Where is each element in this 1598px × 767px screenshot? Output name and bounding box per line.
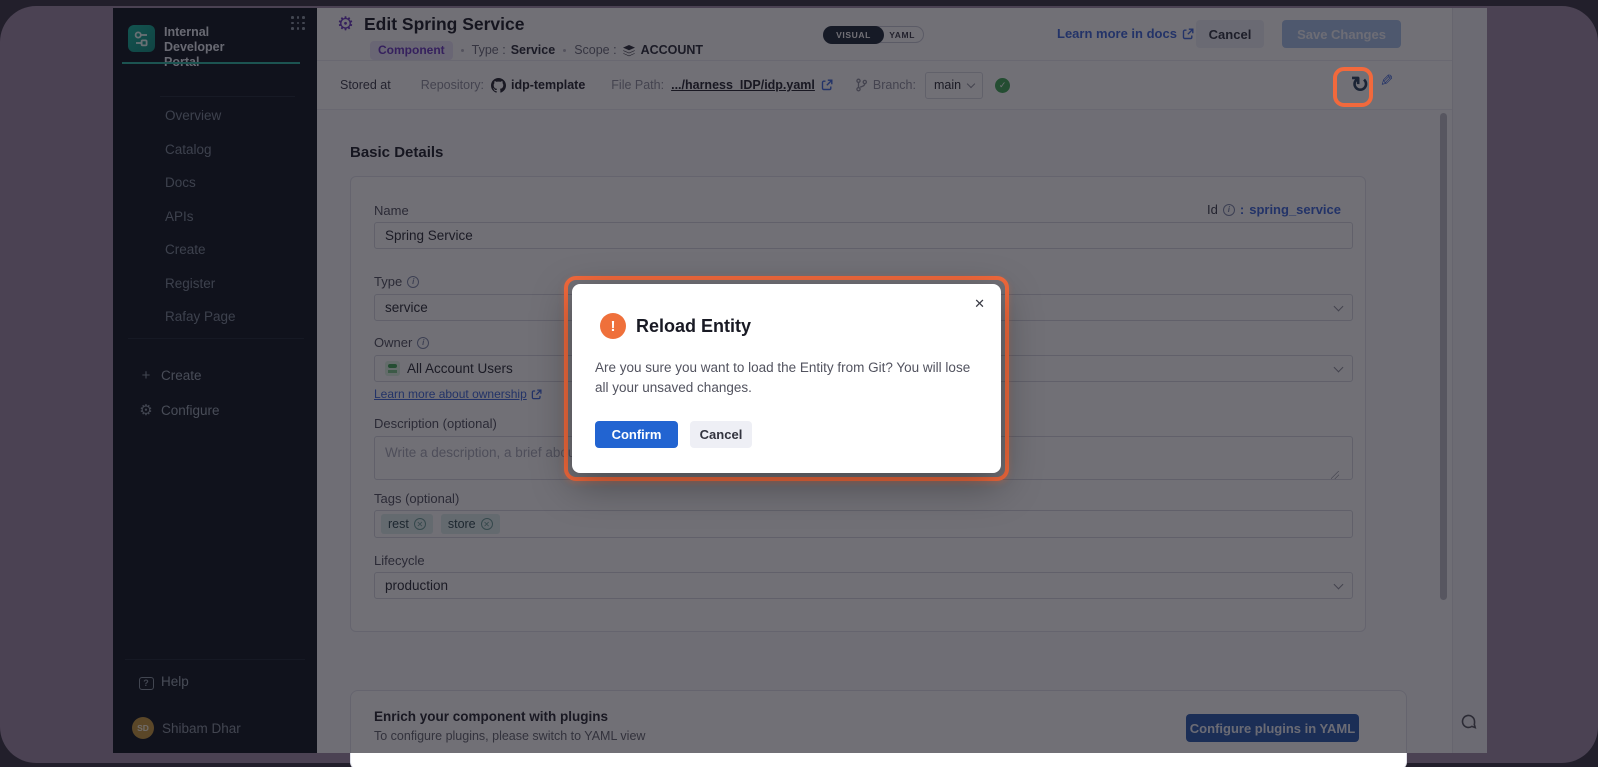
dialog-cancel-button[interactable]: Cancel [690, 421, 752, 448]
screen: Internal Developer Portal Overview Catal… [0, 0, 1598, 767]
warning-icon: ! [600, 313, 626, 339]
highlight-ring-reload [1333, 67, 1373, 107]
dialog-body: Are you sure you want to load the Entity… [595, 358, 987, 398]
close-icon[interactable]: ✕ [974, 296, 985, 312]
dialog-title: Reload Entity [636, 316, 751, 337]
confirm-button[interactable]: Confirm [595, 421, 678, 448]
reload-entity-dialog: ! Reload Entity ✕ Are you sure you want … [572, 284, 1001, 473]
